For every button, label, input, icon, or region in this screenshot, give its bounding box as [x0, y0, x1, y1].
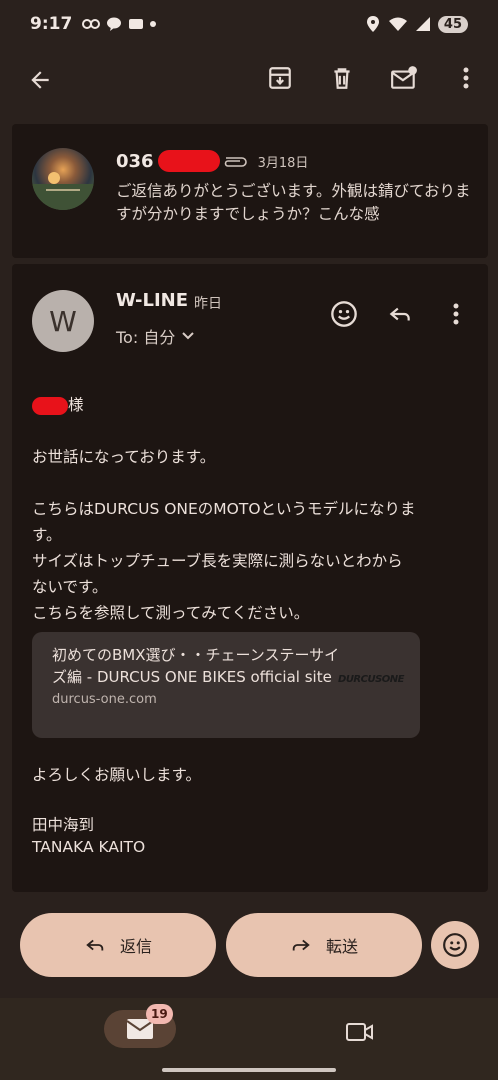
- wifi-icon: [388, 17, 407, 31]
- attachment-icon: [224, 157, 247, 167]
- reply-icon-button[interactable]: [382, 296, 418, 332]
- forward-label: 転送: [325, 937, 358, 956]
- more-vert-icon: [463, 67, 469, 89]
- message-snippet: ご返信ありがとうございます。外観は錆びておりますが分かりますでしょうか？こんな感: [116, 182, 471, 223]
- notification-icons: [82, 17, 157, 31]
- sender-name: W-LINE: [116, 290, 189, 311]
- message-more-button[interactable]: [438, 296, 474, 332]
- emoji-icon: [443, 933, 467, 957]
- add-reaction-button[interactable]: [326, 296, 362, 332]
- salutation: 様: [32, 392, 472, 418]
- reply-icon: [389, 307, 410, 321]
- meet-tab[interactable]: [342, 1014, 378, 1050]
- redacted-sender: [157, 150, 220, 172]
- dot-icon: [150, 21, 157, 27]
- reply-actions: 返信 転送: [20, 913, 480, 977]
- line-app-icon: [107, 17, 122, 31]
- delete-button[interactable]: [324, 60, 360, 96]
- forward-icon: [292, 939, 310, 951]
- message-date: 昨日: [194, 296, 222, 312]
- signature: 田中海到 TANAKA KAITO: [32, 814, 145, 858]
- forward-button[interactable]: 転送: [226, 913, 422, 977]
- sender-line: 036 3月18日: [116, 150, 308, 172]
- recipients-label: To: 自分: [116, 328, 176, 347]
- site-logo: DURCUSONE: [338, 674, 404, 685]
- more-options-button[interactable]: [448, 60, 484, 96]
- signature-roman: TANAKA KAITO: [32, 838, 146, 856]
- closing-line: よろしくお願いします。: [32, 766, 201, 784]
- trash-icon: [334, 68, 350, 89]
- react-button[interactable]: [431, 921, 479, 969]
- reply-icon: [86, 939, 104, 951]
- link-preview-card[interactable]: 初めてのBMX選び・・チェーンステーサイズ編 - DURCUS ONE BIKE…: [32, 632, 420, 738]
- status-bar: 9:17 45: [0, 0, 498, 48]
- open-message: W W-LINE 昨日 To: 自分 様 お世話になっております。 こちらはDU…: [12, 264, 488, 892]
- link-title: 初めてのBMX選び・・チェーンステーサイズ編 - DURCUS ONE BIKE…: [52, 646, 340, 686]
- more-vert-icon: [453, 303, 459, 325]
- video-camera-icon: [346, 1023, 373, 1041]
- chevron-down-icon: [182, 332, 195, 340]
- mark-unread-icon: [391, 66, 417, 89]
- signal-icon: [415, 17, 430, 31]
- reply-label: 返信: [119, 937, 152, 956]
- back-button[interactable]: [22, 62, 58, 98]
- unread-badge: 19: [146, 1004, 173, 1024]
- sender-name-prefix: 036: [116, 150, 154, 172]
- back-arrow-icon: [31, 71, 49, 89]
- gesture-bar: [162, 1068, 336, 1072]
- link-url: durcus-one.com: [52, 692, 157, 707]
- archive-button[interactable]: [262, 60, 298, 96]
- emoji-icon: [331, 301, 357, 327]
- reply-button[interactable]: 返信: [20, 913, 216, 977]
- sender-avatar[interactable]: W: [32, 290, 94, 352]
- message-body: 様 お世話になっております。 こちらはDURCUS ONEのMOTOというモデル…: [32, 392, 472, 626]
- app-notification-icon: [129, 19, 144, 29]
- message-date: 3月18日: [257, 155, 309, 171]
- signature-name: 田中海到: [32, 816, 95, 834]
- battery-level: 45: [437, 15, 468, 33]
- redacted-recipient: [32, 396, 68, 415]
- collapsed-message[interactable]: 036 3月18日 ご返信ありがとうございます。外観は錆びておりますが分かります…: [12, 124, 488, 258]
- archive-icon: [269, 67, 291, 89]
- greeting: お世話になっております。: [32, 448, 216, 466]
- sender-avatar: [32, 148, 94, 210]
- recipients-toggle[interactable]: To: 自分: [116, 324, 195, 348]
- top-app-bar: [0, 48, 498, 112]
- main-paragraph: こちらはDURCUS ONEのMOTOというモデルになりま す。 サイズはトップ…: [32, 500, 416, 622]
- location-icon: [366, 16, 379, 32]
- mark-unread-button[interactable]: [386, 60, 422, 96]
- status-time: 9:17: [30, 14, 73, 34]
- notification-icon: [82, 19, 101, 29]
